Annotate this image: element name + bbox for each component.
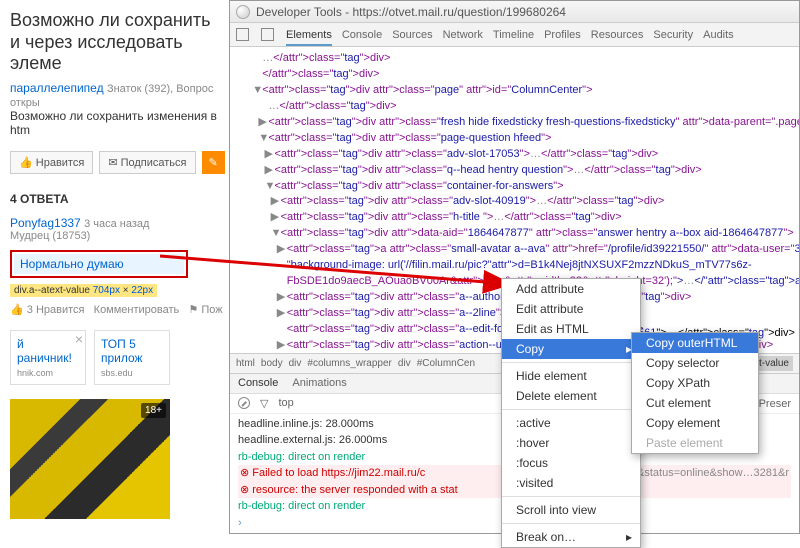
ctx-sub-paste-element: Paste element — [632, 433, 758, 453]
ctx-sub-copy-element[interactable]: Copy element — [632, 413, 758, 433]
devtools-tab-console[interactable]: Console — [342, 29, 382, 41]
dom-node[interactable]: ▼<attr">class="tag">div attr">class="con… — [230, 179, 799, 195]
like-button-label: Нравится — [36, 157, 85, 169]
question-body: Возможно ли сохранить изменения в htm — [10, 109, 225, 137]
ctx-item--hover[interactable]: :hover — [502, 433, 640, 453]
question-title: Возможно ли сохранить и через исследоват… — [10, 10, 225, 75]
answer-time: 3 часа назад — [84, 218, 149, 230]
dom-node[interactable]: ▶<attr">class="tag">a attr">class="small… — [230, 242, 799, 258]
devtools-tab-elements[interactable]: Elements — [286, 29, 332, 46]
close-icon[interactable]: × — [75, 331, 83, 347]
question-author-link[interactable]: параллелепипед — [10, 81, 104, 95]
ctx-sub-copy-xpath[interactable]: Copy XPath — [632, 373, 758, 393]
related-card-1[interactable]: × й раничник! hnik.com — [10, 330, 86, 385]
answer-like-label: 3 Нравится — [27, 304, 85, 316]
answer-text: Нормально думаю — [14, 254, 184, 274]
dom-node[interactable]: ▼<attr">class="tag">div attr">data-aid="… — [230, 226, 799, 242]
ctx-item-break-on-[interactable]: Break on…▸ — [502, 527, 640, 547]
clear-console-icon[interactable] — [238, 397, 250, 409]
filter-icon[interactable]: ▽ — [260, 397, 268, 410]
breadcrumb-item[interactable]: #ColumnCen — [417, 358, 475, 369]
inspect-tooltip-selector: div.a--atext-value — [14, 285, 90, 296]
copy-submenu[interactable]: Copy outerHTMLCopy selectorCopy XPathCut… — [631, 332, 759, 454]
dom-node[interactable]: ▼<attr">class="tag">div attr">class="pag… — [230, 83, 799, 99]
answer-button[interactable]: ✎ — [202, 151, 225, 174]
inspect-tooltip-w: 704px — [93, 285, 120, 296]
dom-node[interactable]: </attr">class="tag">div> — [230, 67, 799, 83]
devtools-tab-resources[interactable]: Resources — [591, 29, 644, 41]
background-page: Возможно ли сохранить и через исследоват… — [0, 0, 235, 534]
devtools-tabbar: Elements Console Sources Network Timeline Pro… — [230, 23, 799, 47]
ctx-item-edit-attribute[interactable]: Edit attribute — [502, 299, 640, 319]
dom-node[interactable]: ▼<attr">class="tag">div attr">class="pag… — [230, 131, 799, 147]
answer-like-action[interactable]: 👍 3 Нравится — [10, 304, 84, 316]
device-icon[interactable] — [261, 28, 274, 41]
dom-node[interactable]: ▶<attr">class="tag">div attr">class="h-t… — [230, 210, 799, 226]
preserve-log-label: Preser — [759, 398, 791, 410]
ctx-item-copy[interactable]: Copy▸ — [502, 339, 640, 359]
related-title: й раничник! — [17, 337, 79, 366]
devtools-tab-timeline[interactable]: Timeline — [493, 29, 534, 41]
inspected-element-highlight: Нормально думаю — [10, 250, 188, 278]
answers-count-header: 4 ОТВЕТА — [10, 192, 225, 206]
dom-node[interactable]: ▶<attr">class="tag">div attr">class="fre… — [230, 115, 799, 131]
ctx-item--focus[interactable]: :focus — [502, 453, 640, 473]
answer-complain-action[interactable]: ⚑ Пож — [188, 304, 222, 316]
related-title: ТОП 5 прилож — [101, 337, 163, 366]
answer-complain-label: Пож — [201, 304, 222, 316]
devtools-tab-profiles[interactable]: Profiles — [544, 29, 581, 41]
devtools-titlebar[interactable]: Developer Tools - https://otvet.mail.ru/… — [230, 1, 799, 23]
ctx-sub-copy-selector[interactable]: Copy selector — [632, 353, 758, 373]
devtools-tab-network[interactable]: Network — [443, 29, 483, 41]
dom-node[interactable]: …</attr">class="tag">div> — [230, 99, 799, 115]
age-badge: 18+ — [141, 403, 166, 418]
devtools-title: Developer Tools - https://otvet.mail.ru/… — [256, 5, 566, 19]
breadcrumb-item[interactable]: div — [289, 358, 302, 369]
answer-rank: Мудрец (18753) — [10, 230, 225, 242]
breadcrumb-item[interactable]: body — [261, 358, 283, 369]
dom-node[interactable]: ▶<attr">class="tag">div attr">class="adv… — [230, 194, 799, 210]
subscribe-button-label: Подписаться — [121, 157, 187, 169]
like-button[interactable]: 👍 Нравится — [10, 151, 93, 174]
related-card-2[interactable]: ТОП 5 прилож sbs.edu — [94, 330, 170, 385]
ctx-sub-copy-outerhtml[interactable]: Copy outerHTML — [632, 333, 758, 353]
dom-node[interactable]: …</attr">class="tag">div> — [230, 51, 799, 67]
ctx-sub-cut-element[interactable]: Cut element — [632, 393, 758, 413]
inspect-icon[interactable] — [236, 28, 249, 41]
inspect-tooltip-h: 22px — [131, 285, 153, 296]
related-sub: hnik.com — [17, 368, 79, 378]
context-menu[interactable]: Add attributeEdit attributeEdit as HTMLC… — [501, 278, 641, 548]
dom-node[interactable]: "background-image: url('//filin.mail.ru/… — [230, 258, 799, 274]
ctx-item-scroll-into-view[interactable]: Scroll into view — [502, 500, 640, 520]
answer-comment-action[interactable]: Комментировать — [94, 304, 180, 316]
chrome-icon — [236, 5, 250, 19]
ctx-item--visited[interactable]: :visited — [502, 473, 640, 493]
devtools-tab-sources[interactable]: Sources — [392, 29, 432, 41]
ctx-item-add-attribute[interactable]: Add attribute — [502, 279, 640, 299]
inspect-tooltip: div.a--atext-value 704px × 22px — [10, 284, 157, 297]
dom-node[interactable]: ▶<attr">class="tag">div attr">class="q--… — [230, 163, 799, 179]
ctx-item-edit-as-html[interactable]: Edit as HTML — [502, 319, 640, 339]
ctx-item--active[interactable]: :active — [502, 413, 640, 433]
ctx-item-hide-element[interactable]: Hide element — [502, 366, 640, 386]
devtools-tab-security[interactable]: Security — [653, 29, 693, 41]
breadcrumb-item[interactable]: #columns_wrapper — [307, 358, 392, 369]
thumbnail-image[interactable]: 18+ — [10, 399, 170, 519]
ctx-item-delete-element[interactable]: Delete element — [502, 386, 640, 406]
context-selector[interactable]: top — [278, 397, 293, 409]
animations-tab[interactable]: Animations — [292, 377, 346, 389]
breadcrumb-item[interactable]: html — [236, 358, 255, 369]
answer-author-link[interactable]: Ponyfag1337 — [10, 216, 81, 230]
breadcrumb-item[interactable]: div — [398, 358, 411, 369]
dom-node[interactable]: ▶<attr">class="tag">div attr">class="adv… — [230, 147, 799, 163]
subscribe-button[interactable]: ✉ Подписаться — [99, 151, 195, 174]
devtools-tab-audits[interactable]: Audits — [703, 29, 734, 41]
console-tab[interactable]: Console — [238, 377, 278, 389]
related-sub: sbs.edu — [101, 368, 163, 378]
